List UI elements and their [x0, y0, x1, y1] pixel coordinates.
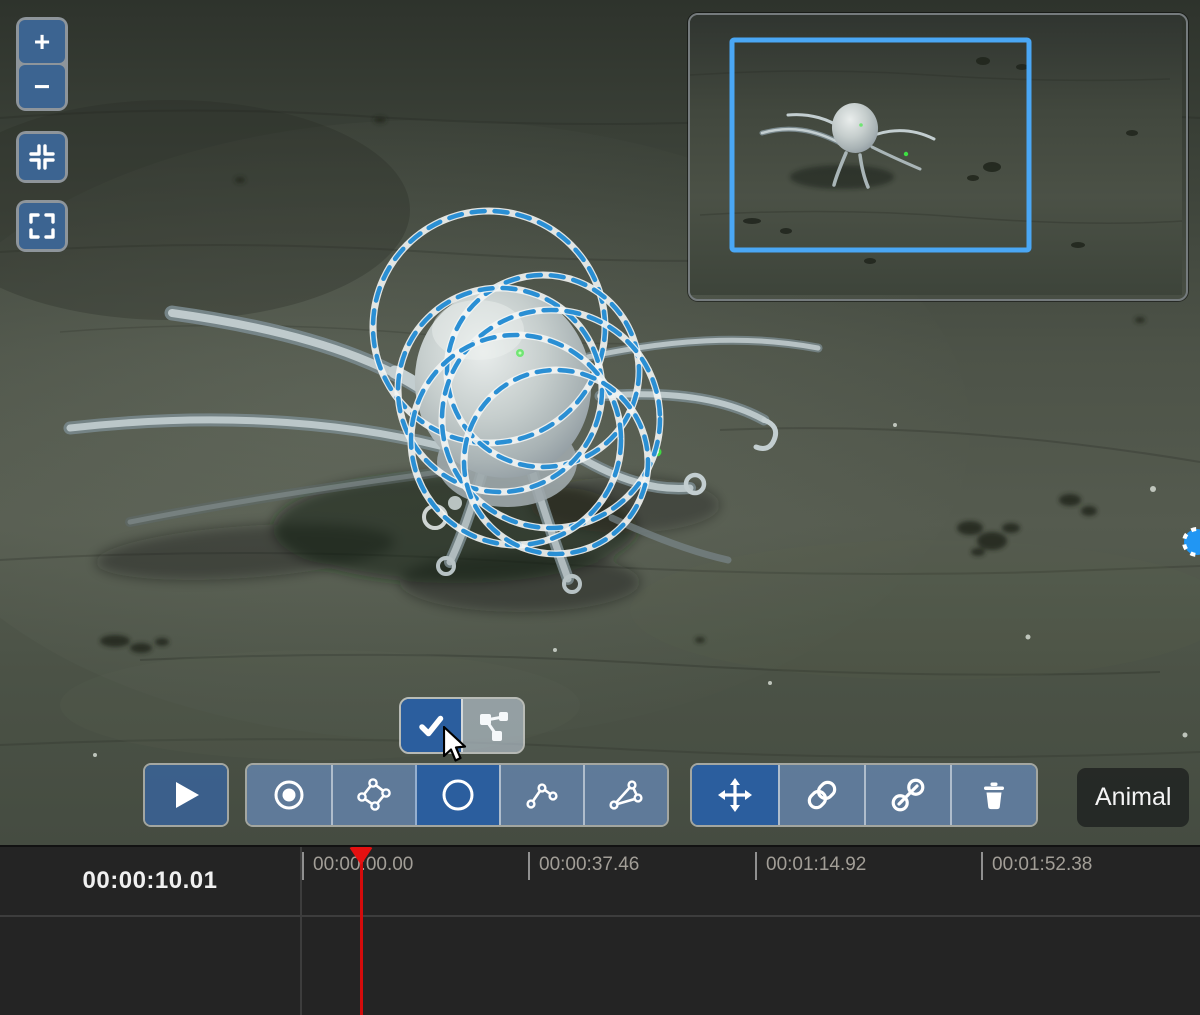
trash-icon — [978, 779, 1010, 811]
zoom-control-group: + − — [16, 17, 68, 111]
move-icon — [717, 777, 753, 813]
point-icon — [272, 778, 306, 812]
unlink-icon — [890, 777, 926, 813]
fit-to-view-button[interactable] — [19, 134, 65, 180]
tool-circle[interactable] — [415, 765, 499, 825]
confirm-annotation-button[interactable] — [401, 699, 461, 752]
play-button-group — [143, 763, 229, 827]
fullscreen-icon — [26, 210, 58, 242]
circle-icon — [441, 778, 475, 812]
timeline-playhead[interactable] — [360, 847, 363, 1015]
current-timestamp: 00:00:10.01 — [0, 847, 300, 915]
timeline: 00:00:00.0000:00:37.4600:01:14.9200:01:5… — [0, 845, 1200, 1015]
play-button[interactable] — [145, 765, 227, 825]
closed-polyline-icon — [609, 778, 643, 812]
tool-delete[interactable] — [950, 765, 1036, 825]
fit-control-group — [16, 131, 68, 183]
timeline-playhead-handle[interactable] — [349, 847, 373, 865]
tool-unlink[interactable] — [864, 765, 950, 825]
timeline-track[interactable] — [0, 917, 1200, 1015]
tool-polygon[interactable] — [331, 765, 415, 825]
link-icon — [804, 777, 840, 813]
node-graph-icon — [475, 708, 511, 744]
annotation-label-badge[interactable]: Animal — [1077, 768, 1189, 827]
minus-icon: − — [34, 73, 50, 101]
minimap-image — [690, 15, 1182, 295]
timeline-row-divider — [0, 915, 1200, 917]
video-annotation-app: + − — [0, 0, 1200, 1015]
tool-move[interactable] — [692, 765, 778, 825]
zoom-out-button[interactable]: − — [19, 65, 65, 108]
fullscreen-control-group — [16, 200, 68, 252]
annotation-confirm-popup — [399, 697, 525, 754]
plus-icon: + — [34, 28, 50, 56]
fullscreen-button[interactable] — [19, 203, 65, 249]
tool-polyline[interactable] — [499, 765, 583, 825]
timeline-panel-divider — [300, 847, 302, 1015]
tool-link[interactable] — [778, 765, 864, 825]
zoom-in-button[interactable]: + — [19, 20, 65, 63]
check-icon — [415, 710, 447, 742]
polygon-icon — [357, 778, 391, 812]
tool-closed-polyline[interactable] — [583, 765, 667, 825]
edit-tool-group — [690, 763, 1038, 827]
polyline-icon — [525, 778, 559, 812]
node-graph-button[interactable] — [461, 699, 523, 752]
minimap[interactable] — [688, 13, 1188, 301]
draw-tool-group — [245, 763, 669, 827]
play-icon — [170, 779, 202, 811]
compress-icon — [26, 141, 58, 173]
tool-point[interactable] — [247, 765, 331, 825]
